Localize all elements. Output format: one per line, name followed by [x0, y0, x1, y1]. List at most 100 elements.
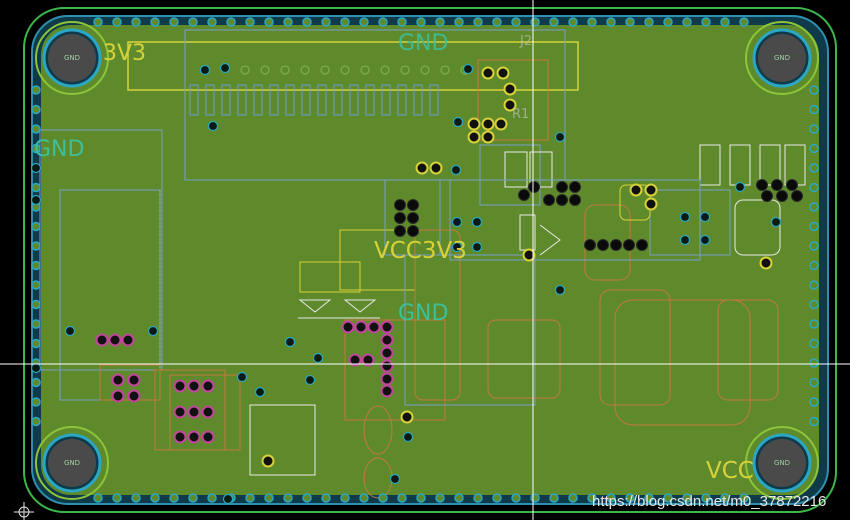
stitching-via — [492, 493, 502, 503]
via — [30, 194, 42, 206]
pad-magenta — [187, 405, 201, 419]
via — [554, 131, 566, 143]
pad-magenta — [201, 379, 215, 393]
stitching-via — [809, 124, 819, 134]
stitching-via — [644, 17, 654, 27]
stitching-via — [340, 493, 350, 503]
stitching-via — [31, 319, 41, 329]
stitching-via — [31, 85, 41, 95]
stitching-via — [739, 17, 749, 27]
stitching-via — [809, 260, 819, 271]
stitching-via — [625, 17, 635, 27]
pad-black — [394, 225, 406, 237]
stitching-via — [131, 17, 141, 27]
via — [554, 284, 566, 296]
mounting-hole-bottom-left[interactable]: GND — [35, 426, 109, 500]
via — [64, 325, 76, 337]
stitching-via — [492, 17, 502, 27]
pad-black — [791, 190, 803, 202]
pad-black — [394, 212, 406, 224]
via — [30, 162, 42, 174]
mounting-hole-bottom-right[interactable]: GND — [745, 426, 819, 500]
via — [30, 362, 42, 374]
stitching-via — [207, 493, 217, 503]
pad-magenta — [380, 346, 394, 360]
pad-yellow — [467, 130, 481, 144]
stitching-via — [359, 493, 369, 503]
stitching-via — [112, 493, 122, 503]
net-label-gnd-mid: GND — [398, 301, 448, 326]
pad-yellow — [759, 256, 773, 270]
pad-yellow — [481, 117, 495, 131]
pad-yellow — [481, 66, 495, 80]
via — [699, 211, 711, 223]
pad-black — [407, 225, 419, 237]
stitching-via — [809, 104, 819, 115]
mounting-hole-top-left[interactable]: GND — [35, 21, 109, 95]
via — [312, 352, 324, 364]
pad-magenta — [111, 373, 125, 387]
stitching-via — [321, 17, 331, 27]
mounting-hole-label: GND — [774, 459, 790, 467]
stitching-via — [31, 416, 41, 427]
mounting-hole-label: GND — [64, 54, 80, 62]
stitching-via — [31, 397, 41, 407]
stitching-via — [473, 17, 483, 27]
stitching-via — [809, 416, 819, 427]
via — [389, 473, 401, 485]
stitching-via — [302, 493, 312, 503]
designator-r1: R1 — [512, 107, 529, 122]
pad-black — [597, 239, 609, 251]
stitching-via — [530, 17, 540, 27]
pad-magenta — [380, 384, 394, 398]
stitching-via — [435, 17, 445, 27]
pad-magenta — [187, 430, 201, 444]
stitching-via — [454, 493, 464, 503]
stitching-via — [188, 17, 198, 27]
stitching-via — [131, 493, 141, 503]
stitching-via — [245, 17, 255, 27]
header-pad — [240, 65, 250, 75]
via — [734, 181, 746, 193]
mounting-hole-top-right[interactable]: GND — [745, 21, 819, 95]
mounting-hole-label: GND — [774, 54, 790, 62]
via — [450, 164, 462, 176]
pad-black — [528, 181, 540, 193]
stitching-via — [397, 17, 407, 27]
via — [471, 216, 483, 228]
pad-black — [636, 239, 648, 251]
header-pad — [420, 65, 430, 75]
stitching-via — [31, 182, 41, 193]
header-pad — [340, 65, 350, 75]
stitching-via — [31, 124, 41, 134]
stitching-via — [321, 493, 331, 503]
pad-magenta — [380, 320, 394, 334]
stitching-via — [809, 280, 819, 290]
pad-yellow — [261, 454, 275, 468]
stitching-via — [283, 493, 293, 503]
header-pad — [300, 65, 310, 75]
header-pad — [380, 65, 390, 75]
stitching-via — [31, 241, 41, 251]
via — [254, 386, 266, 398]
pad-black — [569, 194, 581, 206]
stitching-via — [31, 221, 41, 232]
pcb-layout-canvas[interactable]: GND GND GND GND GND 3V3 GND VCC3V3 GND V… — [0, 0, 850, 520]
pad-black — [569, 181, 581, 193]
pad-yellow — [467, 117, 481, 131]
stitching-via — [720, 17, 730, 27]
header-pad — [360, 65, 370, 75]
pad-yellow — [629, 183, 643, 197]
stitching-via — [568, 17, 578, 27]
via — [471, 241, 483, 253]
stitching-via — [340, 17, 350, 27]
pad-magenta — [367, 320, 381, 334]
stitching-via — [809, 163, 819, 173]
via — [679, 234, 691, 246]
net-label-vcc-bottom-right: VCC — [706, 458, 754, 484]
net-label-3v3: 3V3 — [103, 41, 146, 66]
pad-yellow — [644, 183, 658, 197]
pad-yellow — [496, 66, 510, 80]
pad-magenta — [127, 373, 141, 387]
stitching-via — [606, 17, 616, 27]
